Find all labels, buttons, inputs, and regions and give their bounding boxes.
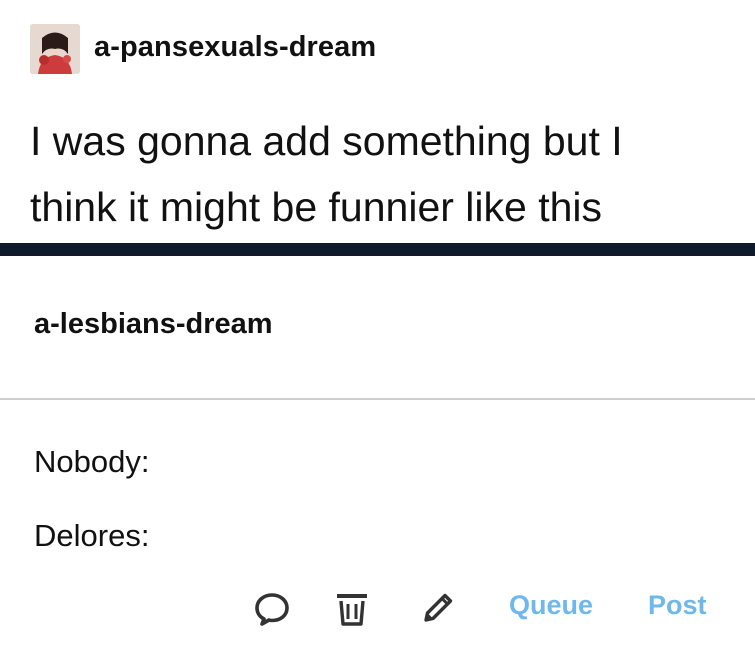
original-post-body-line-2: think it might be funnier like this bbox=[30, 184, 602, 230]
original-post-body-line-1: I was gonna add something but I bbox=[30, 118, 623, 164]
reply-body-line-2: Delores: bbox=[34, 518, 150, 553]
reply-body-line-1: Nobody: bbox=[34, 444, 150, 479]
original-post-username[interactable]: a-pansexuals-dream bbox=[94, 31, 376, 64]
thread-divider bbox=[0, 243, 755, 256]
user-avatar[interactable] bbox=[30, 24, 80, 74]
post-divider bbox=[0, 398, 755, 400]
original-post-body: I was gonna add something but I think it… bbox=[30, 108, 730, 240]
trash-icon bbox=[337, 594, 367, 626]
reply-username[interactable]: a-lesbians-dream bbox=[34, 308, 273, 341]
post-button[interactable]: Post bbox=[648, 590, 707, 621]
comment-icon bbox=[255, 593, 289, 626]
delete-button[interactable] bbox=[330, 586, 374, 630]
edit-button[interactable] bbox=[416, 586, 460, 630]
avatar-image bbox=[30, 24, 80, 74]
comment-button[interactable] bbox=[250, 586, 294, 630]
post-footer: Queue Post bbox=[0, 582, 755, 632]
queue-button[interactable]: Queue bbox=[509, 590, 593, 621]
pencil-icon bbox=[424, 593, 453, 622]
original-post: a-pansexuals-dream I was gonna add somet… bbox=[0, 0, 755, 243]
